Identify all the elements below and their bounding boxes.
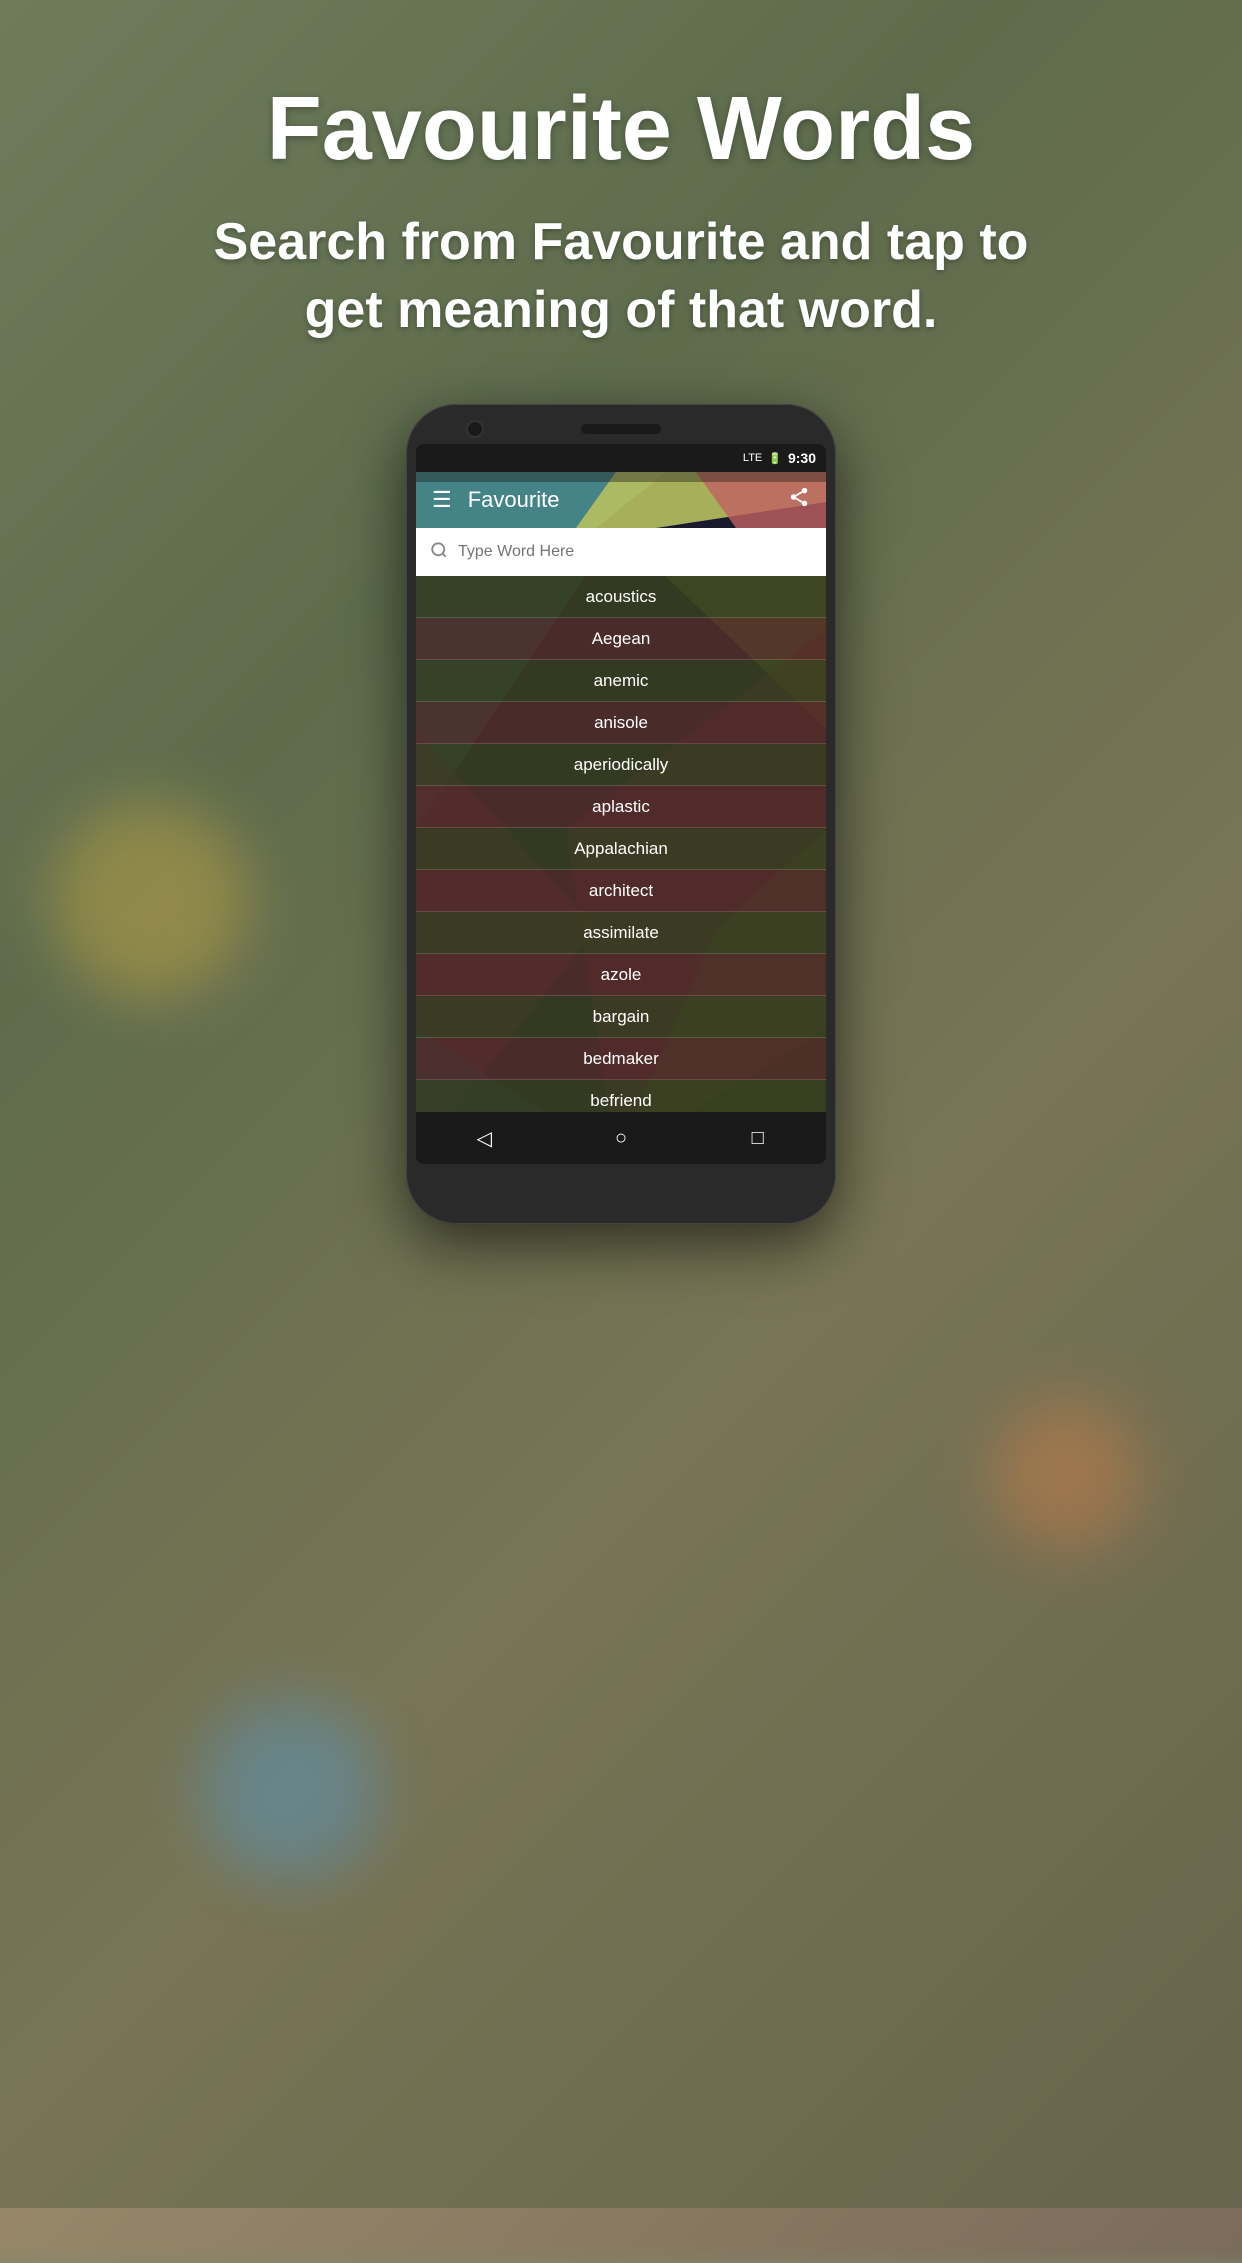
phone-mockup: LTE 🔋 9:30 ☰ Favourite (406, 404, 836, 1224)
camera (466, 420, 484, 438)
word-list-item[interactable]: azole (416, 954, 826, 996)
phone-bottom (416, 1164, 826, 1184)
word-list-item[interactable]: architect (416, 870, 826, 912)
word-list-item[interactable]: Aegean (416, 618, 826, 660)
phone-screen: LTE 🔋 9:30 ☰ Favourite (416, 444, 826, 1164)
word-list-item[interactable]: aplastic (416, 786, 826, 828)
word-list-item[interactable]: bedmaker (416, 1038, 826, 1080)
back-button[interactable]: ◁ (464, 1118, 504, 1158)
word-list-item[interactable]: Appalachian (416, 828, 826, 870)
subtitle-text: Search from Favourite and tap to get mea… (171, 209, 1071, 344)
phone-top-bar (416, 414, 826, 444)
word-list-item[interactable]: befriend (416, 1080, 826, 1112)
speaker (581, 424, 661, 434)
signal-indicator: LTE (743, 452, 762, 464)
status-time: 9:30 (788, 450, 816, 466)
word-list-item[interactable]: anisole (416, 702, 826, 744)
status-bar: LTE 🔋 9:30 (416, 444, 826, 472)
menu-icon[interactable]: ☰ (432, 487, 452, 513)
word-list-item[interactable]: bargain (416, 996, 826, 1038)
search-input[interactable] (458, 543, 812, 561)
search-bar[interactable] (416, 528, 826, 576)
word-list-item[interactable]: aperiodically (416, 744, 826, 786)
page-title: Favourite Words (267, 80, 975, 179)
word-list-item[interactable]: anemic (416, 660, 826, 702)
share-icon[interactable] (788, 486, 810, 514)
word-list-item[interactable]: acoustics (416, 576, 826, 618)
recent-apps-button[interactable]: □ (738, 1118, 778, 1158)
search-icon (430, 541, 448, 564)
home-button[interactable]: ○ (601, 1118, 641, 1158)
toolbar-wrapper: ☰ Favourite (416, 472, 826, 528)
word-list-container: acousticsAegeananemicanisoleaperiodicall… (416, 576, 826, 1112)
battery-icon: 🔋 (768, 452, 782, 465)
word-list: acousticsAegeananemicanisoleaperiodicall… (416, 576, 826, 1112)
app-toolbar: ☰ Favourite (416, 472, 826, 528)
word-list-item[interactable]: assimilate (416, 912, 826, 954)
navigation-bar: ◁ ○ □ (416, 1112, 826, 1164)
toolbar-title: Favourite (468, 487, 788, 513)
